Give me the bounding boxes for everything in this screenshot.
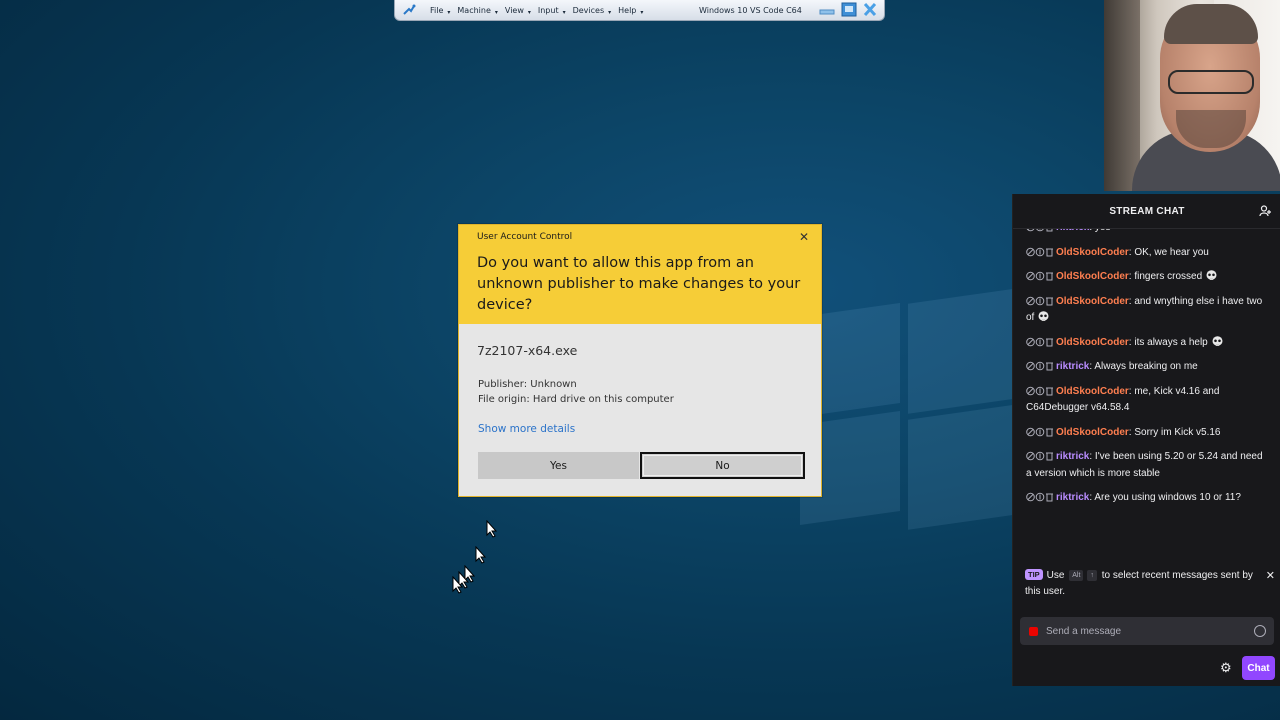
mouse-cursor-icon — [475, 546, 487, 564]
show-more-details-link[interactable]: Show more details — [478, 423, 575, 435]
chat-send-button[interactable]: Chat — [1242, 656, 1275, 680]
emote-picker-icon[interactable] — [1254, 625, 1266, 637]
vm-menu-devices[interactable]: Devices — [573, 6, 611, 16]
tip-text-start: Use — [1046, 570, 1065, 581]
uac-header: User Account Control ✕ Do you want to al… — [459, 225, 821, 324]
vm-title: Windows 10 VS Code C64 — [699, 6, 802, 15]
stream-chat-panel: STREAM CHAT riktrick: yesOldSkoolCoder: … — [1012, 194, 1280, 686]
no-button[interactable]: No — [640, 452, 805, 479]
windows-logo-watermark — [800, 288, 1020, 530]
skull-emote-icon — [1038, 311, 1049, 321]
chat-message-text: : its always a help — [1128, 336, 1208, 348]
mod-actions-icon[interactable] — [1026, 492, 1054, 502]
uac-question: Do you want to allow this app from an un… — [477, 255, 801, 313]
chat-username[interactable]: OldSkoolCoder — [1056, 271, 1129, 282]
chat-input-placeholder: Send a message — [1046, 625, 1122, 637]
mod-actions-icon[interactable] — [1026, 296, 1054, 306]
chat-message-text: : fingers crossed — [1128, 271, 1203, 282]
chat-message: OldSkoolCoder: me, Kick v4.16 and C64Deb… — [1013, 380, 1280, 421]
skull-emote-icon — [1212, 335, 1223, 346]
yes-button[interactable]: Yes — [478, 452, 639, 479]
webcam-feed — [1104, 0, 1280, 191]
vm-menu-input[interactable]: Input — [538, 6, 565, 16]
chat-messages: riktrick: yesOldSkoolCoder: OK, we hear … — [1013, 229, 1280, 547]
pin-icon[interactable] — [398, 1, 420, 19]
chat-message-text: : Always breaking on me — [1089, 361, 1198, 372]
mouse-cursor-icon — [486, 520, 498, 538]
chat-message: OldSkoolCoder: OK, we hear you — [1013, 241, 1280, 266]
users-icon[interactable] — [1259, 205, 1271, 217]
chat-message: riktrick: I've been using 5.20 or 5.24 a… — [1013, 445, 1280, 486]
vm-menu-file[interactable]: File — [430, 6, 451, 16]
chat-username[interactable]: OldSkoolCoder — [1056, 296, 1129, 307]
mod-actions-icon[interactable] — [1026, 337, 1054, 347]
chat-message: riktrick: Are you using windows 10 or 11… — [1013, 486, 1280, 511]
mod-actions-icon[interactable] — [1026, 386, 1054, 396]
mod-actions-icon[interactable] — [1026, 271, 1054, 281]
skull-emote-icon — [1206, 270, 1217, 280]
mod-actions-icon[interactable] — [1026, 229, 1054, 232]
chat-username[interactable]: OldSkoolCoder — [1056, 337, 1129, 348]
close-icon[interactable]: ✕ — [1266, 568, 1275, 584]
chat-message-text: : Sorry im Kick v5.16 — [1128, 426, 1221, 438]
chat-message: riktrick: Always breaking on me — [1013, 355, 1280, 380]
vm-menu-machine[interactable]: Machine — [457, 6, 497, 16]
chat-username[interactable]: OldSkoolCoder — [1056, 427, 1129, 438]
program-name: 7z2107-x64.exe — [477, 343, 578, 358]
vm-menu-bar: File Machine View Input Devices Help — [430, 6, 650, 16]
restore-window-icon[interactable] — [841, 2, 857, 17]
gear-icon[interactable]: ⚙ — [1220, 661, 1234, 675]
chat-username[interactable]: OldSkoolCoder — [1056, 247, 1129, 258]
record-icon — [1029, 626, 1038, 636]
mod-actions-icon[interactable] — [1026, 427, 1054, 437]
chat-username[interactable]: riktrick — [1056, 451, 1089, 462]
origin-text: File origin: Hard drive on this computer — [478, 394, 674, 405]
publisher-text: Publisher: Unknown — [478, 379, 577, 390]
chat-header: STREAM CHAT — [1013, 194, 1280, 229]
chat-tip: TIP Use Alt ↑ to select recent messages se… — [1025, 568, 1275, 600]
vm-menu-view[interactable]: View — [505, 6, 531, 16]
chat-username[interactable]: riktrick — [1056, 361, 1089, 372]
close-icon[interactable]: ✕ — [797, 230, 811, 244]
key-up: ↑ — [1087, 570, 1097, 581]
chat-message-text: : OK, we hear you — [1128, 246, 1209, 258]
chat-message-text: : Are you using windows 10 or 11? — [1089, 492, 1241, 503]
program-metadata: Publisher: Unknown File origin: Hard dri… — [478, 377, 674, 407]
chat-username[interactable]: riktrick — [1056, 492, 1089, 503]
chat-input[interactable]: Send a message — [1020, 617, 1274, 645]
mod-actions-icon[interactable] — [1026, 451, 1054, 461]
chat-message: OldSkoolCoder: fingers crossed — [1013, 265, 1280, 290]
mod-actions-icon[interactable] — [1026, 361, 1054, 371]
uac-caption: User Account Control — [477, 232, 573, 242]
vm-toolbar: File Machine View Input Devices Help Win… — [394, 0, 885, 21]
close-vm-icon[interactable] — [862, 2, 878, 17]
chat-title: STREAM CHAT — [1109, 205, 1185, 217]
chat-message: OldSkoolCoder: and wnything else i have … — [1013, 290, 1280, 331]
vm-menu-help[interactable]: Help — [618, 6, 644, 16]
mod-actions-icon[interactable] — [1026, 247, 1054, 257]
uac-dialog: User Account Control ✕ Do you want to al… — [458, 224, 822, 497]
minimize-icon[interactable] — [819, 2, 835, 17]
chat-message-text: : yes — [1089, 229, 1110, 233]
chat-message: OldSkoolCoder: its always a help — [1013, 331, 1280, 356]
chat-message: riktrick: yes — [1013, 229, 1280, 241]
chat-message: OldSkoolCoder: Sorry im Kick v5.16 — [1013, 421, 1280, 446]
chat-username[interactable]: OldSkoolCoder — [1056, 386, 1129, 397]
chat-username[interactable]: riktrick — [1056, 229, 1089, 233]
key-alt: Alt — [1069, 570, 1084, 581]
mouse-cursor-icon — [452, 576, 464, 594]
tip-badge: TIP — [1025, 569, 1043, 580]
